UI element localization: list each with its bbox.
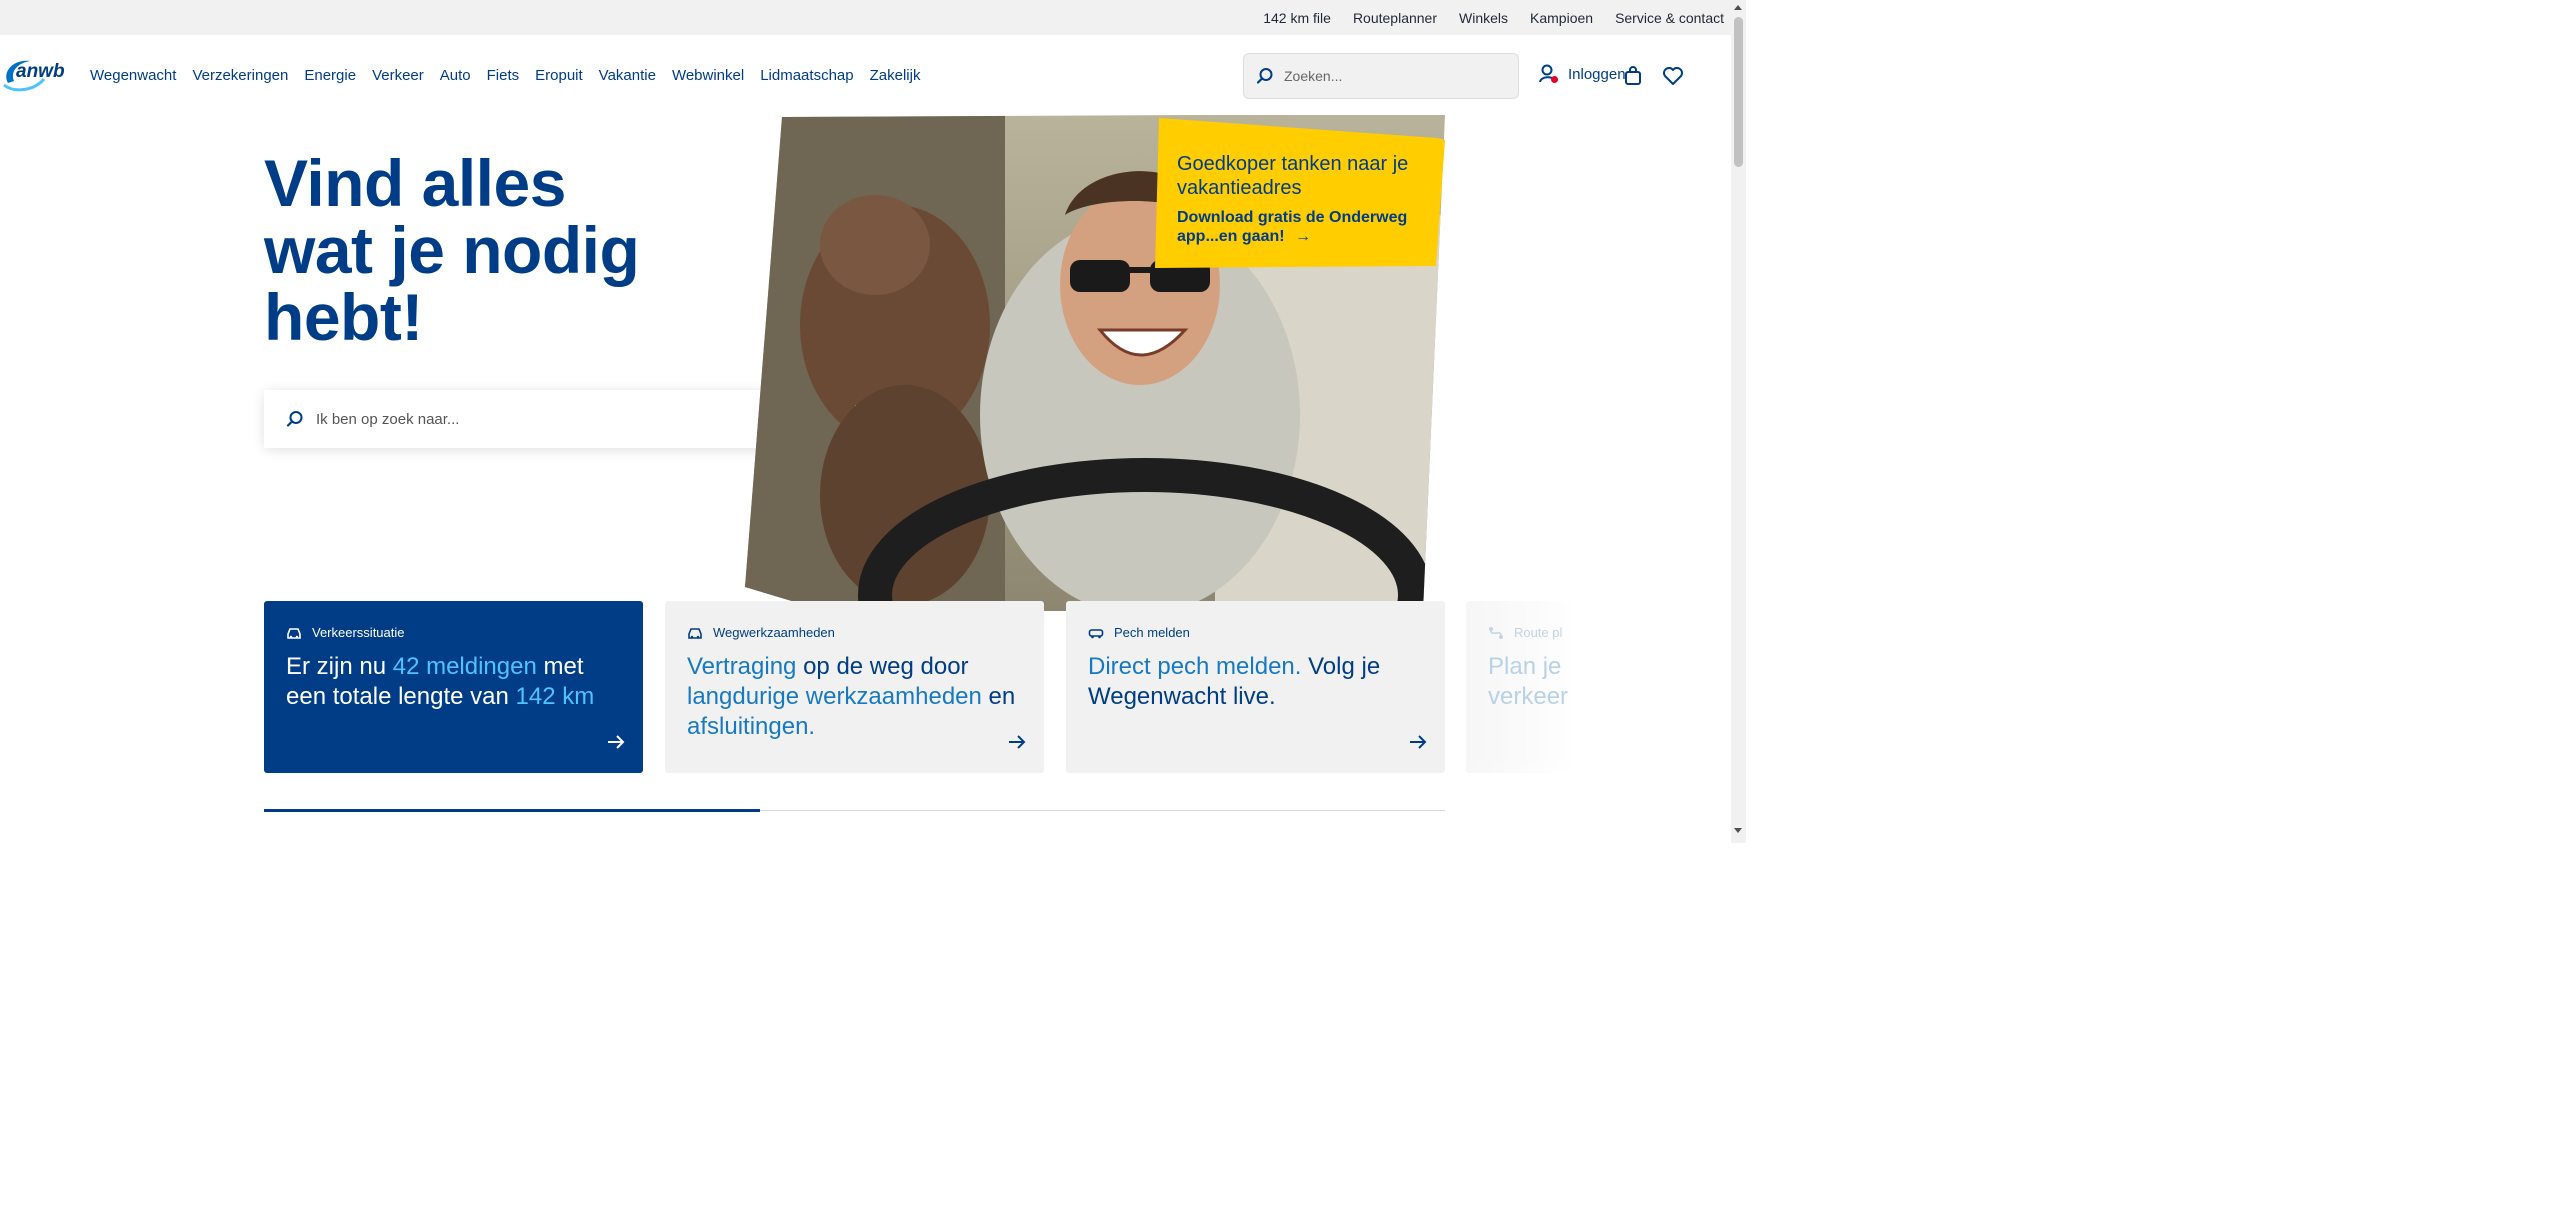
scroll-down-arrow-icon[interactable] [1734, 828, 1742, 833]
scrollbar-thumb[interactable] [1734, 17, 1743, 167]
utility-link-kampioen[interactable]: Kampioen [1530, 10, 1593, 26]
carousel-progress-bar[interactable] [264, 809, 760, 812]
card-text-part: Er zijn nu [286, 653, 393, 680]
nav-verkeer[interactable]: Verkeer [372, 67, 424, 84]
nav-wegenwacht[interactable]: Wegenwacht [90, 67, 176, 84]
card-text: Er zijn nu 42 meldingen met een totale l… [286, 652, 616, 712]
breakdown-car-icon [1088, 628, 1104, 638]
nav-eropuit[interactable]: Eropuit [535, 67, 583, 84]
login-button[interactable]: Inloggen [1538, 63, 1626, 85]
card-verkeerssituatie[interactable]: Verkeerssituatie Er zijn nu 42 meldingen… [264, 601, 643, 773]
user-icon [1539, 64, 1558, 83]
card-text: Direct pech melden. Volg je Wegenwacht l… [1088, 652, 1418, 712]
promo-subtitle-text: Download gratis de Onderweg app...en gaa… [1177, 209, 1408, 245]
card-label: Verkeerssituatie [312, 625, 405, 640]
heart-icon[interactable] [1661, 64, 1685, 88]
utility-link-file[interactable]: 142 km file [1263, 10, 1331, 26]
card-text-highlight: afsluitingen. [687, 713, 816, 740]
arrow-right-icon: → [1295, 228, 1312, 245]
nav-zakelijk[interactable]: Zakelijk [870, 67, 921, 84]
nav-fiets[interactable]: Fiets [487, 67, 520, 84]
nav-auto[interactable]: Auto [440, 67, 471, 84]
page-viewport: 142 km file Routeplanner Winkels Kampioe… [0, 0, 1746, 843]
card-wegwerkzaamheden[interactable]: Wegwerkzaamheden Vertraging op de weg do… [665, 601, 1044, 773]
nav-vakantie[interactable]: Vakantie [599, 67, 656, 84]
utility-bar: 142 km file Routeplanner Winkels Kampioe… [0, 0, 1746, 35]
nav-energie[interactable]: Energie [304, 67, 356, 84]
card-text-part: verkeer [1488, 683, 1569, 710]
search-icon [1256, 68, 1273, 84]
card-text-part: en [981, 683, 1016, 710]
nav-verzekeringen[interactable]: Verzekeringen [192, 67, 288, 84]
utility-link-service[interactable]: Service & contact [1615, 10, 1724, 26]
card-label: Pech melden [1114, 625, 1190, 640]
card-route-planner[interactable]: Route pl Plan je verkeer [1466, 601, 1576, 773]
arrow-right-icon [608, 735, 625, 749]
card-label: Wegwerkzaamheden [713, 625, 835, 640]
login-label: Inloggen [1568, 65, 1626, 83]
logo-text: anwb [16, 61, 65, 82]
promo-subtitle: Download gratis de Onderweg app...en gaa… [1177, 208, 1427, 246]
search-icon [286, 411, 303, 427]
nav-webwinkel[interactable]: Webwinkel [672, 67, 744, 84]
card-text-highlight: langdurige werkzaamheden [687, 683, 982, 710]
header-search-input[interactable] [1284, 68, 1484, 84]
utility-link-winkels[interactable]: Winkels [1459, 10, 1508, 26]
header-search[interactable] [1243, 53, 1519, 99]
shopping-bag-icon[interactable] [1621, 64, 1645, 88]
card-text-highlight: 42 meldingen [392, 653, 537, 680]
card-label: Route pl [1514, 625, 1563, 640]
route-icon [1489, 626, 1503, 639]
card-text-highlight: 142 km [515, 683, 595, 710]
card-text-highlight: Direct pech melden. [1088, 653, 1302, 680]
card-text: Plan je verkeer [1488, 652, 1576, 712]
promo-title: Goedkoper tanken naar je vakantieadres [1177, 153, 1409, 199]
utility-link-routeplanner[interactable]: Routeplanner [1353, 10, 1437, 26]
car-traffic-icon [287, 627, 301, 639]
card-text-highlight: Vertraging [687, 653, 797, 680]
main-nav: Wegenwacht Verzekeringen Energie Verkeer… [90, 35, 920, 115]
promo-card[interactable]: Goedkoper tanken naar je vakantieadres D… [1155, 118, 1445, 268]
card-text-part: Plan je [1488, 653, 1562, 680]
hero-title: Vind alles wat je nodig hebt! [264, 146, 640, 354]
card-text: Vertraging op de weg door langdurige wer… [687, 652, 1017, 742]
road-works-icon [688, 627, 702, 639]
arrow-right-icon [1410, 735, 1427, 749]
vertical-scrollbar[interactable] [1731, 0, 1746, 843]
card-text-part: op de weg door [796, 653, 969, 680]
anwb-logo[interactable]: anwb [0, 53, 76, 95]
scroll-up-arrow-icon[interactable] [1734, 5, 1742, 10]
nav-lidmaatschap[interactable]: Lidmaatschap [760, 67, 853, 84]
card-pech-melden[interactable]: Pech melden Direct pech melden. Volg je … [1066, 601, 1445, 773]
arrow-right-icon [1009, 735, 1026, 749]
main-header: anwb Wegenwacht Verzekeringen Energie Ve… [0, 35, 1746, 115]
